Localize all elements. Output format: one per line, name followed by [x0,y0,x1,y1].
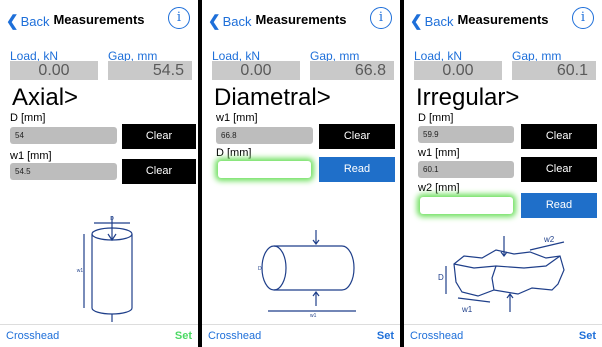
crosshead-button[interactable]: Crosshead [410,330,463,342]
load-value: 0.00 [212,61,300,80]
screen-axial: ❮ Back Measurements i Load, kN Gap, mm 0.… [0,0,198,347]
set-button[interactable]: Set [175,330,192,342]
navigation-bar: ❮ Back Measurements i [404,0,602,38]
field-w1-label: w1 [mm] [216,112,258,124]
field-d-input[interactable]: 59.9 [418,126,514,143]
field-d-input[interactable] [218,161,311,178]
gap-value-text: 54.5 [152,62,184,79]
irregular-specimen-diagram: D w1 w2 [438,235,565,314]
field-d-input[interactable]: 54 [10,127,117,144]
gap-value: 54.5 [108,61,192,80]
diagram-label-w2: w2 [543,235,555,244]
bottom-toolbar: Crosshead Set [202,324,400,347]
field-w1-input[interactable]: 66.8 [216,127,313,144]
gap-value-text: 66.8 [354,62,386,79]
field-d-label: D [mm] [216,147,252,159]
field-w1-label: w1 [mm] [10,150,52,162]
gap-value: 66.8 [310,61,394,80]
info-icon[interactable]: i [370,7,392,29]
info-icon[interactable]: i [572,7,594,29]
field-w1-input[interactable]: 54.5 [10,163,117,180]
diagram-label-d: D [438,273,444,282]
diagram-label-w1: w1 [461,305,473,314]
set-button[interactable]: Set [579,330,596,342]
set-button[interactable]: Set [377,330,394,342]
field-w1-label: w1 [mm] [418,147,460,159]
field-w2-input[interactable] [420,197,513,214]
clear-w1-button[interactable]: Clear [319,124,395,149]
field-w1-input[interactable]: 60.1 [418,161,514,178]
field-w2-label: w2 [mm] [418,182,460,194]
read-d-button[interactable]: Read [319,157,395,182]
mode-selector[interactable]: Irregular> [416,84,519,112]
field-d-label: D [mm] [10,112,46,124]
gap-value-text: 60.1 [556,62,588,79]
mode-selector[interactable]: Diametral> [214,84,331,112]
mode-selector[interactable]: Axial> [12,84,78,112]
clear-d-button[interactable]: Clear [521,124,597,149]
crosshead-button[interactable]: Crosshead [6,330,59,342]
screen-diametral: ❮ Back Measurements i Load, kN Gap, mm 0.… [202,0,400,347]
diagram-label-d: D [258,266,262,272]
navigation-bar: ❮ Back Measurements i [202,0,400,38]
diametral-specimen-diagram: D w1 [258,230,356,318]
diagram-label-d: D [110,216,114,222]
clear-w1-button[interactable]: Clear [122,159,196,184]
axial-specimen-diagram: D w1 [77,216,133,322]
field-d-label: D [mm] [418,112,454,124]
load-value: 0.00 [10,61,98,80]
load-value: 0.00 [414,61,502,80]
clear-w1-button[interactable]: Clear [521,157,597,182]
read-w2-button[interactable]: Read [521,193,597,218]
crosshead-button[interactable]: Crosshead [208,330,261,342]
navigation-bar: ❮ Back Measurements i [0,0,198,38]
gap-value: 60.1 [512,61,596,80]
diagram-label-w1: w1 [77,268,84,274]
clear-d-button[interactable]: Clear [122,124,196,149]
info-icon[interactable]: i [168,7,190,29]
diagram-label-w1: w1 [310,313,317,318]
bottom-toolbar: Crosshead Set [404,324,602,347]
bottom-toolbar: Crosshead Set [0,324,198,347]
screen-irregular: ❮ Back Measurements i Load, kN Gap, mm 0.… [404,0,602,347]
